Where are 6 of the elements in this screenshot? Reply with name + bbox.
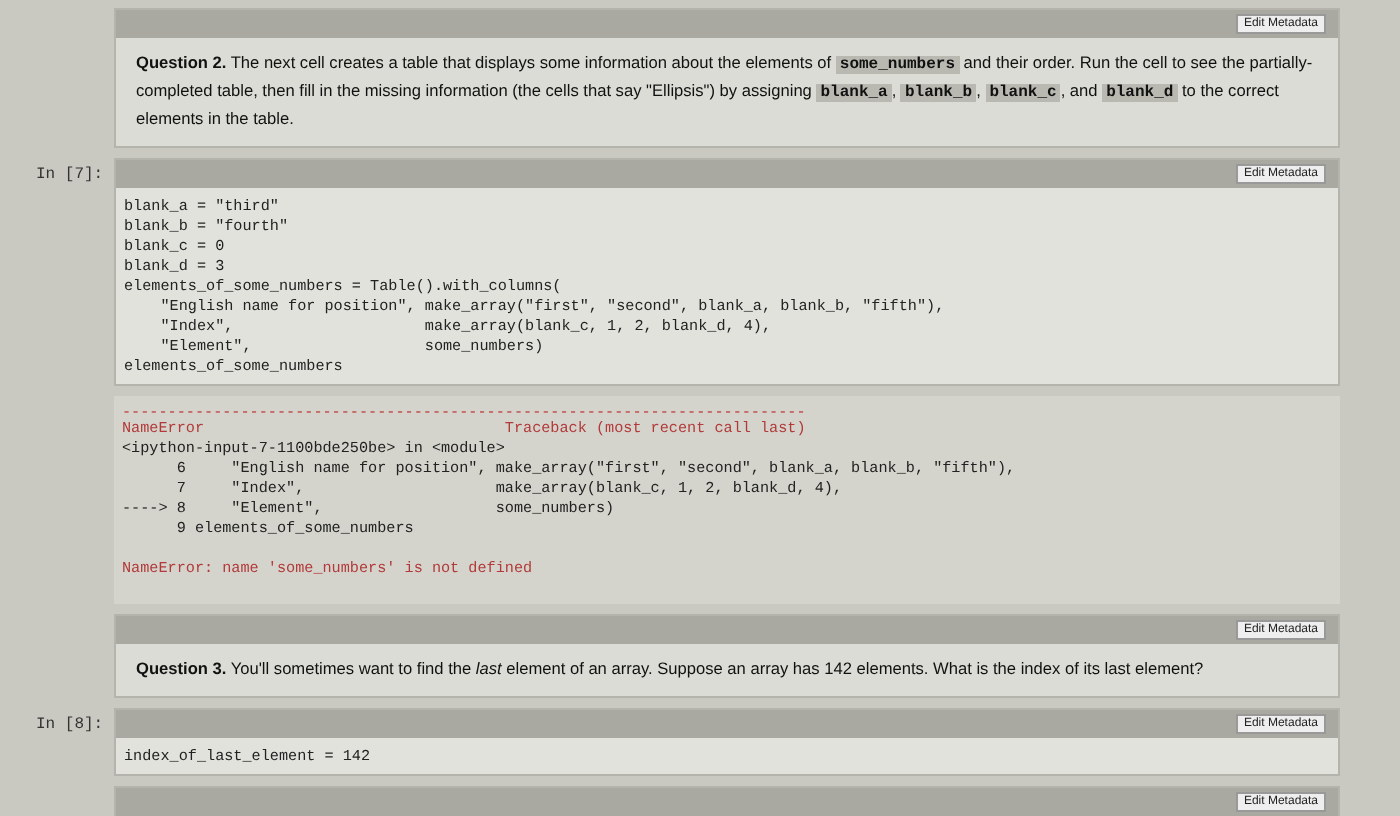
notebook-cell[interactable] xyxy=(114,158,1340,386)
question-text: Question 2. The next cell creates a table that displays some information about the elements of some_numbers and their order. Run the cell to see the partially-completed table, then fill in the missing information (the cells that say "Ellipsis") by assigning blank_a , blank_b , blank_c , and blank_d to the correct elements in the table. xyxy=(134,50,1315,132)
cell-prompt: In [8]: xyxy=(36,716,104,734)
cell-prompt: In [7]: xyxy=(36,166,104,184)
notebook-cell[interactable] xyxy=(114,8,1340,148)
question-text: Question 3. You'll sometimes want to find the last element of an array. Suppose an array has 142 elements. What is the index of its last element? xyxy=(134,656,1206,682)
